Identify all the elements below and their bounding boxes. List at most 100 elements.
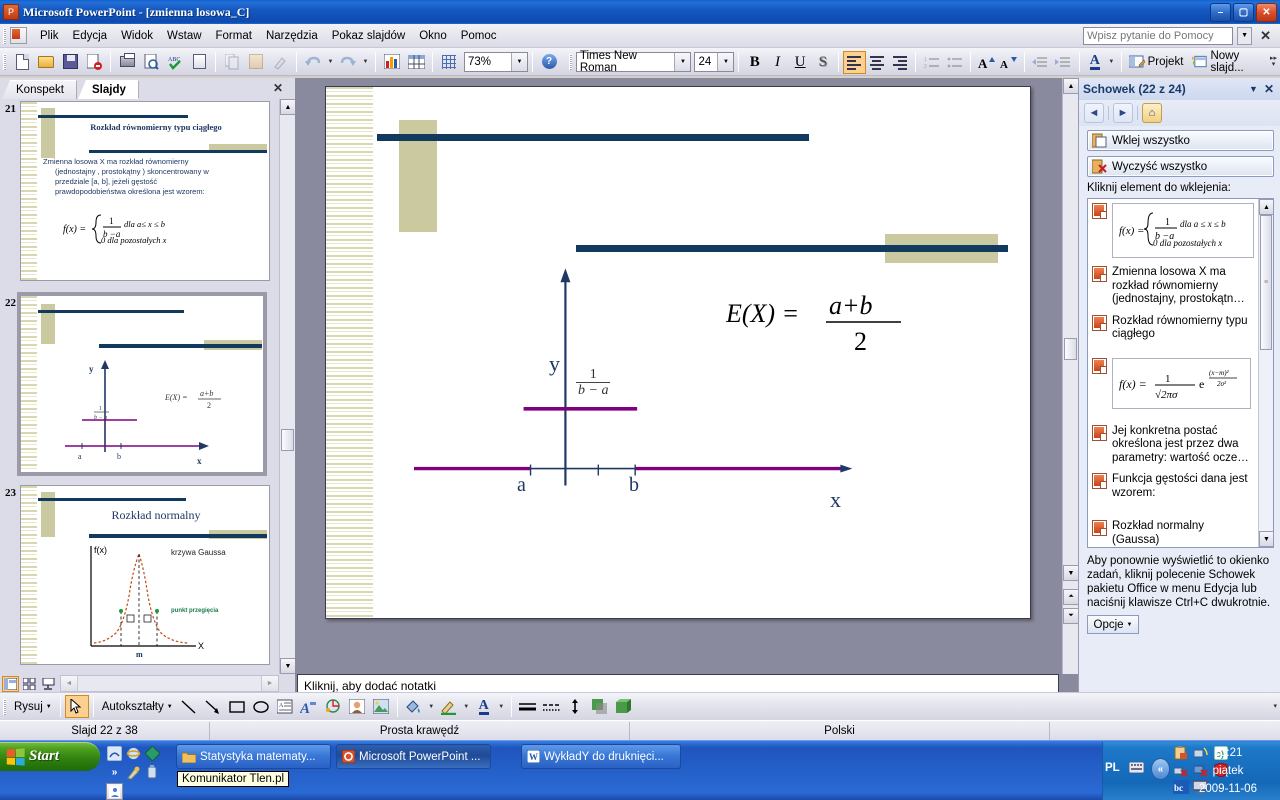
font-color-icon[interactable]: A — [472, 695, 496, 718]
formatting-toolbar-grip[interactable] — [569, 54, 573, 70]
wordart-icon[interactable]: A — [297, 695, 321, 718]
slideshow-view-icon[interactable] — [40, 676, 57, 692]
italic-button[interactable]: I — [766, 51, 789, 74]
save-icon[interactable] — [58, 50, 82, 73]
chevron-down-icon[interactable]: ▼ — [511, 53, 527, 71]
align-left-button[interactable] — [843, 51, 866, 74]
font-name-combo[interactable]: Times New Roman ▼ — [576, 52, 692, 72]
promote-button[interactable] — [1029, 51, 1052, 74]
bold-button[interactable]: B — [743, 51, 766, 74]
taskbar-window-wyklady[interactable]: W WykładY do druknięci... — [521, 744, 681, 769]
forward-icon[interactable]: ► — [1113, 103, 1133, 123]
taskbar-window-statystyka[interactable]: Statystyka matematy... — [176, 744, 331, 769]
scroll-down-icon[interactable]: ▼ — [1063, 565, 1079, 581]
fill-color-icon[interactable] — [402, 695, 426, 718]
tool-icon[interactable] — [144, 764, 161, 781]
clipboard-item[interactable]: Rozkład równomierny typu ciągłego — [1088, 311, 1257, 346]
shadow-button[interactable]: S — [812, 51, 835, 74]
close-document-icon[interactable]: ✕ — [1256, 28, 1275, 44]
insert-table-icon[interactable] — [404, 50, 428, 73]
clear-all-button[interactable]: Wyczyść wszystko — [1087, 156, 1274, 177]
numbered-list-button[interactable]: 12 — [920, 51, 943, 74]
keyboard-icon[interactable] — [1129, 762, 1144, 776]
slide-vertical-scrollbar[interactable]: ▲ ▼ ⏶ ⏷ — [1062, 78, 1078, 674]
normal-view-icon[interactable] — [2, 676, 19, 692]
insert-chart-icon[interactable] — [380, 50, 404, 73]
paste-all-button[interactable]: Wklej wszystko — [1087, 130, 1274, 151]
ask-help-input[interactable]: Wpisz pytanie do Pomocy — [1083, 27, 1233, 45]
new-slide-button[interactable]: Nowy slajd... — [1189, 50, 1278, 74]
scroll-up-icon[interactable]: ▲ — [1259, 199, 1274, 215]
scroll-down-icon[interactable]: ▼ — [1259, 531, 1274, 547]
clipboard-item[interactable]: Zmienna losowa X ma rozkład równomierny … — [1088, 262, 1257, 311]
show-desktop-icon[interactable] — [106, 745, 123, 762]
diagram-icon[interactable] — [321, 695, 345, 718]
slide-thumbnail-22[interactable]: 22 — [0, 295, 279, 473]
thumbnail-frame[interactable]: Rozkład normalny f(x) — [20, 485, 270, 665]
clipboard-item[interactable]: Rozkład normalny (Gaussa) — [1088, 516, 1257, 548]
scroll-up-icon[interactable]: ▲ — [280, 99, 296, 115]
open-folder-icon[interactable] — [34, 50, 58, 73]
select-arrow-icon[interactable] — [65, 695, 89, 718]
undo-icon[interactable] — [301, 50, 325, 73]
close-pane-icon[interactable]: ✕ — [273, 81, 283, 95]
outline-horizontal-scrollbar[interactable]: ◄ ► — [60, 675, 279, 692]
copy-icon[interactable] — [220, 50, 244, 73]
clipboard-item[interactable]: f(x) = 1 b −a dla a ≤ x ≤ b 0 dla pozost… — [1088, 199, 1257, 262]
maximize-button[interactable]: ▢ — [1233, 3, 1254, 22]
clipboard-item[interactable]: Funkcja gęstości dana jest wzorem: — [1088, 469, 1257, 504]
spellcheck-icon[interactable]: ABC — [163, 50, 187, 73]
oval-icon[interactable] — [249, 695, 273, 718]
thumbnail-frame[interactable]: Rozkład równomierny typu ciągłego Zmienn… — [20, 101, 270, 281]
scroll-right-icon[interactable]: ► — [261, 676, 278, 691]
slide-thumbnail-21[interactable]: 21 Rozkład równomierny typu ciągłego Zmi… — [0, 101, 279, 281]
textbox-icon[interactable]: A — [273, 695, 297, 718]
draw-menu-button[interactable]: Rysuj ▼ — [10, 701, 56, 713]
print-preview-icon[interactable] — [139, 50, 163, 73]
font-color-button[interactable]: A — [1084, 51, 1107, 74]
close-task-pane-icon[interactable]: ✕ — [1264, 82, 1280, 96]
line-color-dropdown-icon[interactable]: ▼ — [461, 695, 472, 718]
underline-button[interactable]: U — [789, 51, 812, 74]
line-color-icon[interactable] — [437, 695, 461, 718]
media-player-icon[interactable] — [144, 745, 161, 762]
scroll-down-icon[interactable]: ▼ — [280, 658, 296, 674]
email-icon[interactable] — [82, 50, 106, 73]
arrow-icon[interactable] — [201, 695, 225, 718]
print-icon[interactable] — [115, 50, 139, 73]
menu-widok[interactable]: Widok — [114, 27, 160, 45]
slides-pane-scrollbar[interactable]: ▲ ▼ — [279, 99, 295, 674]
language-indicator[interactable]: PL — [1105, 762, 1120, 774]
bulleted-list-button[interactable] — [943, 51, 966, 74]
tab-slajdy[interactable]: Slajdy — [78, 80, 139, 99]
menu-format[interactable]: Format — [209, 27, 259, 45]
more-icon[interactable]: » — [106, 764, 123, 781]
arrow-style-icon[interactable] — [564, 695, 588, 718]
home-icon[interactable]: ⌂ — [1142, 103, 1162, 123]
zoom-combo[interactable]: 73% ▼ — [464, 52, 528, 72]
align-center-button[interactable] — [866, 51, 889, 74]
menu-pomoc[interactable]: Pomoc — [454, 27, 504, 45]
shadow-style-icon[interactable] — [588, 695, 612, 718]
slide-thumbnail-23[interactable]: 23 Rozkład normalny — [0, 485, 279, 665]
scroll-up-icon[interactable]: ▲ — [1063, 78, 1079, 94]
scrollbar-thumb[interactable]: ≡ — [1260, 215, 1272, 350]
minimize-button[interactable]: – — [1210, 3, 1231, 22]
menu-grip[interactable] — [3, 28, 7, 44]
task-pane-menu-icon[interactable]: ▼ — [1243, 84, 1264, 94]
paste-icon[interactable] — [244, 50, 268, 73]
scrollbar-thumb[interactable] — [1064, 338, 1077, 360]
paint-icon[interactable] — [125, 764, 142, 781]
slide-canvas[interactable]: y x a b 1 b − a E(X) = a+b 2 — [325, 86, 1031, 619]
scroll-left-icon[interactable]: ◄ — [61, 676, 78, 691]
new-document-icon[interactable] — [10, 50, 34, 73]
undo-dropdown-icon[interactable]: ▼ — [325, 50, 336, 73]
slide-thumbnail-list[interactable]: 21 Rozkład równomierny typu ciągłego Zmi… — [0, 99, 279, 674]
drawing-toolbar-grip[interactable] — [3, 699, 7, 715]
back-icon[interactable]: ◄ — [1084, 103, 1104, 123]
document-menu-icon[interactable] — [10, 27, 27, 44]
chevron-down-icon[interactable]: ▼ — [1237, 27, 1252, 45]
rectangle-icon[interactable] — [225, 695, 249, 718]
slide-sorter-icon[interactable] — [21, 676, 38, 692]
menu-narzedzia[interactable]: Narzędzia — [259, 27, 325, 45]
